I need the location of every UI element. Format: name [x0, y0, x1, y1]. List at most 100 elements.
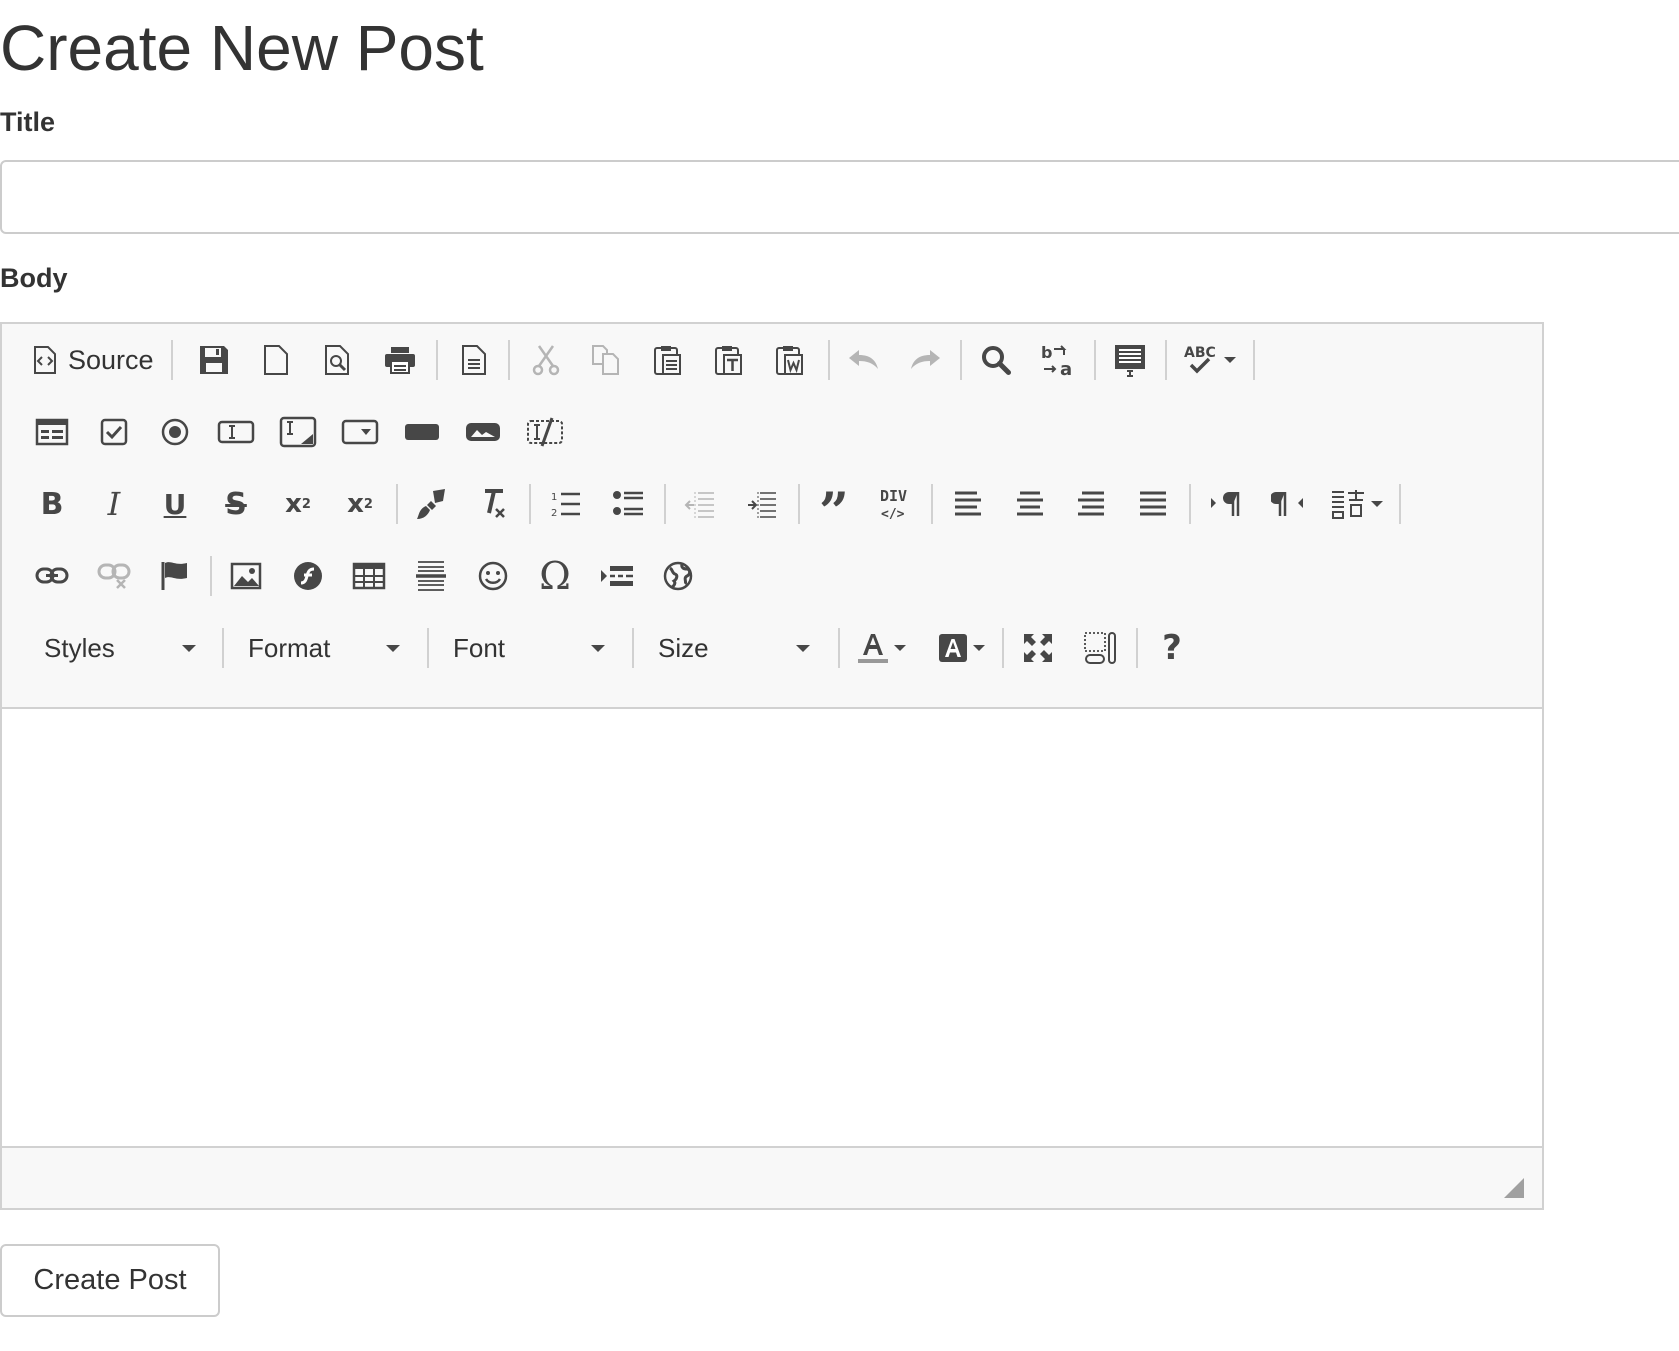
chevron-down-icon — [182, 644, 196, 652]
copy-icon — [592, 345, 619, 375]
spellcheck-button[interactable]: ABC — [1178, 335, 1240, 385]
title-input[interactable] — [0, 160, 1679, 234]
copy-formatting-button[interactable] — [406, 479, 458, 529]
align-left-button[interactable] — [942, 479, 994, 529]
horizontal-rule-button[interactable] — [405, 551, 457, 601]
form-button-button[interactable] — [396, 407, 448, 457]
spellcheck-icon: ABC — [1184, 345, 1215, 374]
remove-format-button[interactable] — [468, 479, 520, 529]
text-direction-ltr-button[interactable] — [1200, 479, 1252, 529]
smiley-icon — [478, 561, 508, 591]
preview-icon — [325, 345, 349, 375]
create-div-button[interactable]: DIV </> — [870, 479, 922, 529]
checkbox-button[interactable] — [88, 407, 140, 457]
blockquote-button[interactable]: ” — [808, 479, 860, 539]
language-button[interactable] — [1324, 479, 1388, 529]
redo-button[interactable] — [899, 335, 951, 385]
textarea-button[interactable] — [272, 407, 324, 457]
toolbar-separator — [798, 484, 800, 524]
paste-button[interactable] — [642, 335, 694, 385]
create-post-button[interactable]: Create Post — [0, 1244, 220, 1317]
paste-word-button[interactable] — [764, 335, 816, 385]
format-dropdown[interactable]: Format — [234, 624, 418, 672]
text-field-button[interactable] — [210, 407, 262, 457]
cut-icon — [532, 345, 560, 376]
help-button[interactable]: ? — [1146, 623, 1198, 673]
image-button[interactable] — [220, 551, 272, 601]
radio-button[interactable] — [149, 407, 201, 457]
chevron-down-icon — [1223, 357, 1236, 363]
editor-content-area[interactable] — [2, 707, 1542, 1148]
toolbar-separator — [838, 628, 840, 668]
font-dropdown[interactable]: Font — [439, 624, 623, 672]
indent-button[interactable] — [736, 479, 788, 529]
undo-button[interactable] — [838, 335, 890, 385]
link-button[interactable] — [26, 551, 78, 601]
justify-button[interactable] — [1127, 479, 1179, 529]
undo-icon — [849, 350, 878, 369]
div-container-icon: DIV </> — [880, 487, 907, 521]
unlink-button[interactable] — [88, 551, 140, 601]
find-button[interactable] — [970, 335, 1022, 385]
cut-button[interactable] — [520, 335, 572, 385]
toolbar-separator — [960, 340, 962, 380]
background-color-button[interactable] — [928, 623, 994, 673]
styles-dropdown[interactable]: Styles — [30, 624, 214, 672]
align-right-button[interactable] — [1065, 479, 1117, 529]
underline-button[interactable]: U — [149, 479, 201, 529]
templates-button[interactable] — [448, 335, 500, 385]
flash-button[interactable] — [282, 551, 334, 601]
background-color-icon — [938, 634, 967, 662]
preview-button[interactable] — [312, 335, 364, 385]
source-button[interactable]: Source — [32, 335, 162, 385]
text-direction-rtl-button[interactable] — [1262, 479, 1314, 529]
anchor-button[interactable] — [149, 551, 201, 601]
select-field-button[interactable] — [334, 407, 386, 457]
globe-icon — [663, 561, 693, 591]
resize-handle-icon[interactable] — [1504, 1178, 1524, 1198]
rich-text-editor: Source b a ABC B I U S x 2 x 2 1 2 ” DIV… — [0, 322, 1544, 1210]
hidden-field-icon — [527, 417, 563, 447]
copy-button[interactable] — [580, 335, 632, 385]
bold-button[interactable]: B — [26, 479, 78, 529]
save-icon — [200, 346, 228, 374]
save-button[interactable] — [188, 335, 240, 385]
maximize-button[interactable] — [1012, 623, 1064, 673]
toolbar-separator — [632, 628, 634, 668]
align-center-button[interactable] — [1004, 479, 1056, 529]
form-button[interactable] — [26, 407, 78, 457]
align-left-icon — [955, 491, 981, 516]
italic-button[interactable]: I — [88, 479, 140, 529]
outdent-button[interactable] — [674, 479, 726, 529]
numbered-list-button[interactable]: 12 — [540, 479, 592, 529]
numbered-list-icon: 12 — [551, 492, 580, 519]
page-title: Create New Post — [0, 12, 484, 84]
svg-text:DIV: DIV — [880, 487, 907, 505]
print-button[interactable] — [374, 335, 426, 385]
paste-text-button[interactable] — [703, 335, 755, 385]
hidden-field-button[interactable] — [519, 407, 571, 457]
page-break-button[interactable] — [591, 551, 643, 601]
table-button[interactable] — [343, 551, 395, 601]
templates-icon — [462, 345, 486, 375]
iframe-button[interactable] — [652, 551, 704, 601]
editor-toolbar: Source b a ABC B I U S x 2 x 2 1 2 ” DIV… — [2, 324, 1542, 707]
replace-button[interactable]: ba — [1032, 335, 1084, 385]
subscript-x: x — [285, 489, 302, 519]
bulleted-list-button[interactable] — [602, 479, 654, 529]
smiley-button[interactable] — [467, 551, 519, 601]
text-color-button[interactable] — [848, 623, 914, 673]
text-color-icon — [857, 634, 888, 663]
show-blocks-button[interactable] — [1074, 623, 1126, 673]
outdent-icon — [684, 492, 714, 518]
new-page-button[interactable] — [250, 335, 302, 385]
select-all-icon — [1115, 345, 1145, 377]
size-dropdown[interactable]: Size — [644, 624, 828, 672]
subscript-button[interactable]: x2 — [272, 479, 324, 529]
select-all-button[interactable] — [1104, 335, 1156, 385]
bulleted-list-icon — [613, 491, 643, 516]
strikethrough-button[interactable]: S — [210, 479, 262, 529]
image-button-button[interactable] — [457, 407, 509, 457]
special-char-button[interactable]: Ω — [529, 551, 581, 601]
superscript-button[interactable]: x2 — [334, 479, 386, 529]
